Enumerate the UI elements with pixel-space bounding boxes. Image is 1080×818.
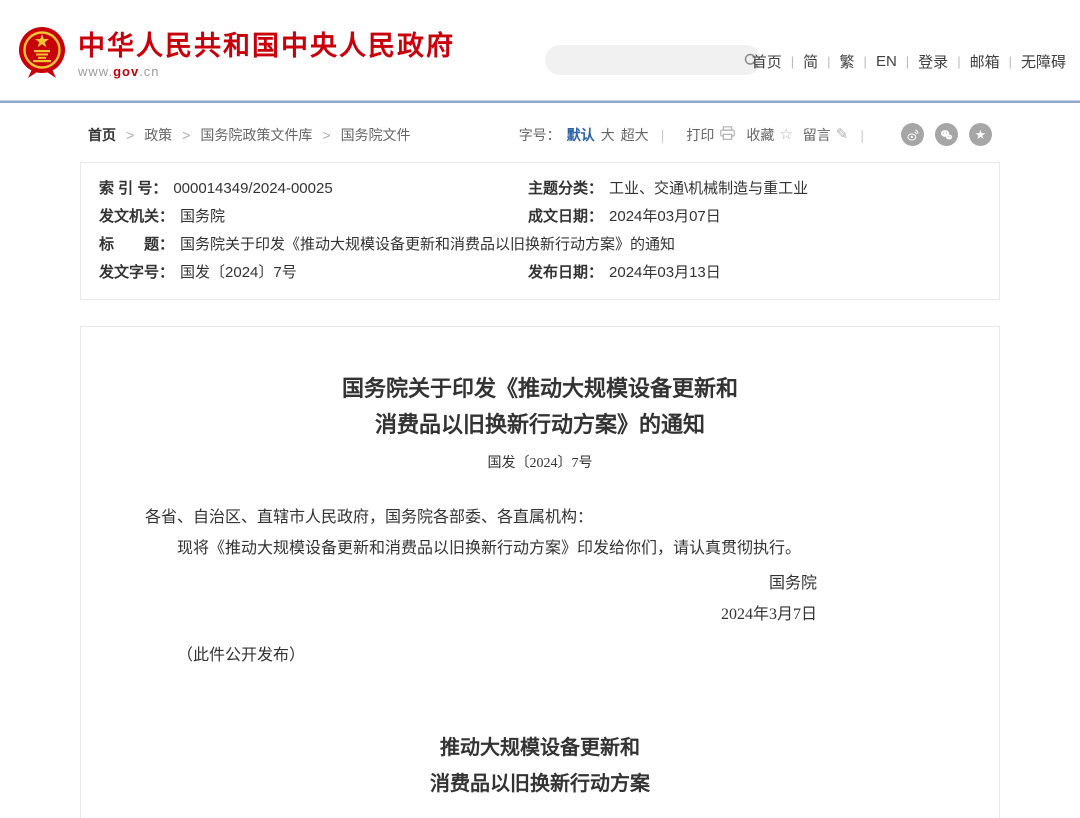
meta-title-label: 标 题：	[99, 231, 174, 259]
pencil-icon: ✎	[836, 127, 849, 142]
plan-title: 推动大规模设备更新和 消费品以旧换新行动方案	[145, 730, 935, 802]
breadcrumb-toolbar-row: 首页 政策 国务院政策文件库 国务院文件 字号： 默认 大 超大 | 打印	[80, 103, 1000, 146]
site-title: 中华人民共和国中央人民政府	[78, 32, 455, 62]
meta-row: 标 题： 国务院关于印发《推动大规模设备更新和消费品以旧换新行动方案》的通知	[81, 231, 999, 259]
nav-traditional[interactable]: 繁	[840, 51, 855, 72]
meta-row: 索 引 号： 000014349/2024-00025 主题分类： 工业、交通\…	[81, 175, 999, 203]
meta-date-published-value: 2024年03月13日	[609, 259, 721, 287]
nav-login[interactable]: 登录	[918, 51, 948, 72]
meta-doc-no-label: 发文字号：	[99, 259, 174, 287]
site-header: 中华人民共和国中央人民政府 www.gov.cn 首页| 简| 繁| EN| 登…	[0, 0, 1080, 100]
salutation: 各省、自治区、直辖市人民政府，国务院各部委、各直属机构：	[145, 502, 935, 533]
site-url: www.gov.cn	[78, 64, 455, 79]
meta-row: 发文字号： 国发〔2024〕7号 发布日期： 2024年03月13日	[81, 259, 999, 287]
wechat-share-icon[interactable]	[935, 123, 958, 146]
font-size-xlarge[interactable]: 超大	[621, 125, 649, 145]
breadcrumb: 首页 政策 国务院政策文件库 国务院文件	[88, 125, 411, 145]
printer-icon	[719, 126, 736, 144]
font-size-label: 字号：	[519, 125, 561, 145]
top-nav: 首页| 简| 繁| EN| 登录| 邮箱| 无障碍	[752, 51, 1066, 72]
meta-agency-label: 发文机关：	[99, 203, 174, 231]
document-content-box: 国务院关于印发《推动大规模设备更新和 消费品以旧换新行动方案》的通知 国发〔20…	[80, 326, 1000, 818]
meta-index-label: 索 引 号：	[99, 175, 167, 203]
document-title: 国务院关于印发《推动大规模设备更新和 消费品以旧换新行动方案》的通知	[145, 371, 935, 444]
nav-simplified[interactable]: 简	[803, 51, 818, 72]
font-size-default[interactable]: 默认	[567, 125, 595, 145]
comment-button[interactable]: 留言 ✎	[803, 125, 849, 145]
search-box	[545, 45, 761, 75]
nav-english[interactable]: EN	[876, 53, 897, 70]
favorite-button[interactable]: 收藏 ☆	[746, 125, 792, 145]
print-button[interactable]: 打印	[686, 125, 736, 145]
weibo-share-icon[interactable]	[901, 123, 924, 146]
sign-date: 2024年3月7日	[145, 599, 817, 630]
nav-accessibility[interactable]: 无障碍	[1021, 51, 1066, 72]
share-group: ★	[890, 123, 992, 146]
breadcrumb-policy-library[interactable]: 国务院政策文件库	[172, 125, 312, 145]
national-emblem-icon	[18, 26, 66, 85]
signer: 国务院	[145, 568, 817, 599]
meta-row: 发文机关： 国务院 成文日期： 2024年03月07日	[81, 203, 999, 231]
meta-agency-value: 国务院	[180, 203, 225, 231]
meta-topic-value: 工业、交通\机械制造与重工业	[609, 175, 808, 203]
meta-index-value: 000014349/2024-00025	[173, 175, 332, 203]
breadcrumb-state-council-docs[interactable]: 国务院文件	[312, 125, 410, 145]
breadcrumb-policy[interactable]: 政策	[116, 125, 172, 145]
font-size-large[interactable]: 大	[601, 125, 615, 145]
site-logo[interactable]: 中华人民共和国中央人民政府 www.gov.cn	[18, 26, 455, 85]
favorites-share-icon[interactable]: ★	[969, 123, 992, 146]
meta-date-published-label: 发布日期：	[528, 259, 603, 287]
paragraph: 现将《推动大规模设备更新和消费品以旧换新行动方案》印发给你们，请认真贯彻执行。	[145, 533, 935, 564]
meta-title-value: 国务院关于印发《推动大规模设备更新和消费品以旧换新行动方案》的通知	[180, 231, 675, 259]
document-number: 国发〔2024〕7号	[145, 452, 935, 472]
page-tools: 字号： 默认 大 超大 | 打印 收藏 ☆ 留言	[519, 123, 992, 146]
signature-block: 国务院 2024年3月7日	[145, 568, 935, 630]
star-icon: ☆	[779, 127, 792, 142]
meta-date-written-value: 2024年03月07日	[609, 203, 721, 231]
public-release-note: （此件公开发布）	[145, 640, 935, 671]
meta-doc-no-value: 国发〔2024〕7号	[180, 259, 297, 287]
document-meta-box: 索 引 号： 000014349/2024-00025 主题分类： 工业、交通\…	[80, 162, 1000, 300]
nav-home[interactable]: 首页	[752, 51, 782, 72]
nav-mailbox[interactable]: 邮箱	[970, 51, 1000, 72]
search-input[interactable]	[545, 45, 741, 75]
breadcrumb-home[interactable]: 首页	[88, 125, 116, 145]
meta-date-written-label: 成文日期：	[528, 203, 603, 231]
meta-topic-label: 主题分类：	[528, 175, 603, 203]
